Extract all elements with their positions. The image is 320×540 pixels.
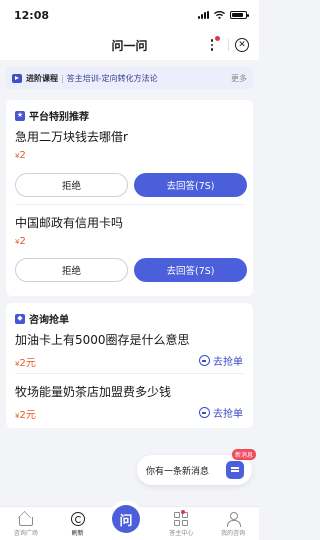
course-divider: | xyxy=(61,73,64,83)
order-title[interactable]: 牧场能量奶茶店加盟费多少钱 xyxy=(15,383,171,400)
status-time: 12:08 xyxy=(14,8,50,22)
card-title: 平台特别推荐 xyxy=(29,112,89,123)
app-screen: 12:08 问一问 ✕ 进阶课程 | 答主培训-定向转化方法论 更多 ★ 平台特… xyxy=(0,0,259,540)
answer-button[interactable]: 去回答(7S) xyxy=(134,173,247,197)
tab-label: 我的咨询 xyxy=(221,530,246,537)
grab-icon xyxy=(199,407,210,418)
question-price: ¥2 xyxy=(15,236,26,247)
home-icon xyxy=(18,517,33,526)
status-indicators xyxy=(198,11,249,19)
price-value: 2元 xyxy=(19,410,36,421)
tab-expert-center[interactable]: 答主中心 xyxy=(158,512,204,537)
status-bar: 12:08 xyxy=(0,0,259,30)
price-value: 2元 xyxy=(19,358,36,369)
battery-icon xyxy=(230,11,249,19)
notification-dot xyxy=(181,510,185,514)
tab-refresh[interactable]: 刷新 xyxy=(55,512,101,537)
reject-button[interactable]: 拒绝 xyxy=(15,258,128,282)
tab-my-consult[interactable]: 我的咨询 xyxy=(210,512,256,537)
question-price: ¥2 xyxy=(15,150,26,161)
course-tag: 进阶课程 xyxy=(26,73,58,83)
course-more-link[interactable]: 更多 xyxy=(231,73,247,84)
card-header: ★ 平台特别推荐 xyxy=(15,108,89,123)
new-message-text: 你有一条新消息 xyxy=(146,466,210,477)
grab-order-button[interactable]: 去抢单 xyxy=(199,405,243,420)
grab-card-icon: ◆ xyxy=(15,313,25,324)
more-icon[interactable] xyxy=(202,35,222,55)
order-title[interactable]: 加油卡上有5000圈存是什么意思 xyxy=(15,331,190,348)
user-icon xyxy=(226,512,242,527)
consult-grab-card: ◆ 咨询抢单 加油卡上有5000圈存是什么意思 ¥2元 去抢单 牧场能量奶茶店加… xyxy=(6,303,253,428)
course-description: 答主培训-定向转化方法论 xyxy=(66,73,158,83)
grid-icon xyxy=(174,512,189,526)
price-value: 2 xyxy=(19,236,26,247)
divider xyxy=(15,204,244,205)
grab-label: 去抢单 xyxy=(213,409,243,420)
play-icon xyxy=(12,73,22,83)
ask-button[interactable]: 问 xyxy=(112,505,140,533)
nav-bar: 问一问 ✕ xyxy=(0,30,259,60)
question-title[interactable]: 急用二万块钱去哪借r xyxy=(15,128,128,145)
tab-consult-square[interactable]: 咨询广场 xyxy=(3,512,49,537)
course-banner[interactable]: 进阶课程 | 答主培训-定向转化方法论 更多 xyxy=(6,67,253,89)
tab-label: 刷新 xyxy=(71,530,84,537)
wifi-icon xyxy=(214,11,225,19)
refresh-icon xyxy=(70,512,85,526)
grab-label: 去抢单 xyxy=(213,357,243,368)
divider xyxy=(15,373,244,374)
order-price: ¥2元 xyxy=(15,406,36,421)
grab-order-button[interactable]: 去抢单 xyxy=(199,353,243,368)
message-icon[interactable] xyxy=(226,461,244,479)
nav-divider xyxy=(228,39,229,51)
notification-dot xyxy=(215,36,220,41)
signal-icon xyxy=(198,11,209,19)
answer-button[interactable]: 去回答(7S) xyxy=(134,258,247,282)
card-header: ◆ 咨询抢单 xyxy=(15,311,69,326)
page-title: 问一问 xyxy=(111,38,148,53)
grab-icon xyxy=(199,355,210,366)
star-icon: ★ xyxy=(15,110,25,121)
platform-recommend-card: ★ 平台特别推荐 急用二万块钱去哪借r ¥2 拒绝 去回答(7S) 中国邮政有信… xyxy=(6,100,253,296)
tab-label: 咨询广场 xyxy=(13,530,38,537)
new-message-badge: 新消息 xyxy=(232,449,257,460)
nav-actions: ✕ xyxy=(202,34,249,56)
price-value: 2 xyxy=(19,150,26,161)
card-title: 咨询抢单 xyxy=(29,315,69,326)
order-price: ¥2元 xyxy=(15,354,36,369)
question-title[interactable]: 中国邮政有信用卡吗 xyxy=(15,214,123,231)
tab-label: 答主中心 xyxy=(169,530,194,537)
reject-button[interactable]: 拒绝 xyxy=(15,173,128,197)
close-icon[interactable]: ✕ xyxy=(235,38,249,52)
